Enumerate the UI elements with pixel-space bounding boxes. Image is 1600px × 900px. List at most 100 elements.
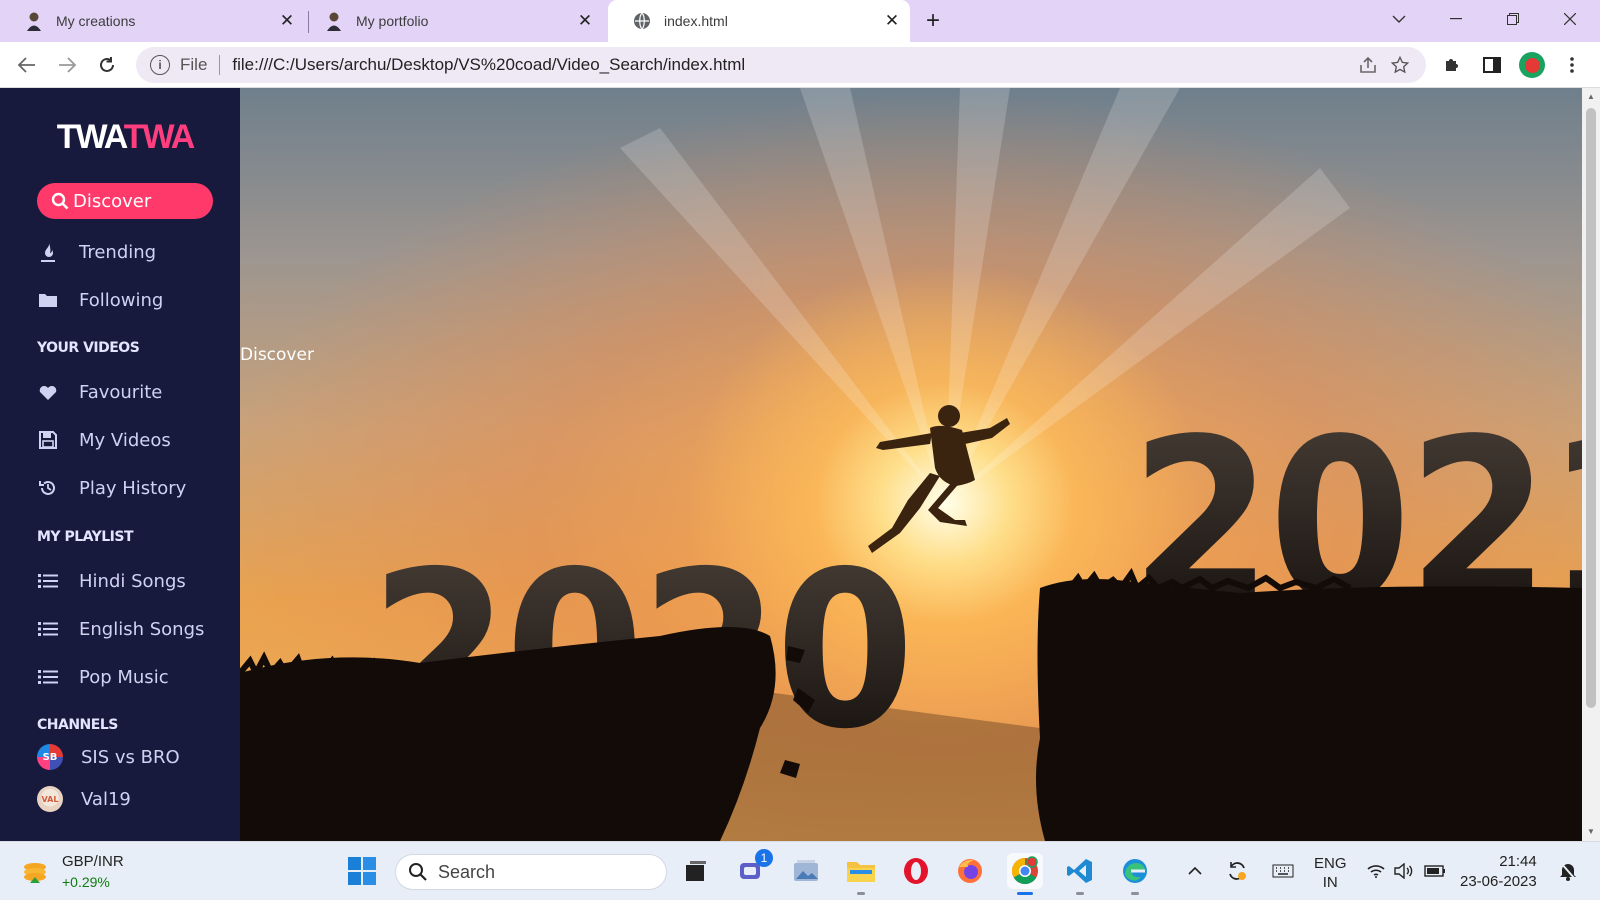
sidebar-item-trending[interactable]: Trending (37, 237, 156, 267)
weather-ticker-widget[interactable]: GBP/INR +0.29% (20, 852, 124, 892)
close-window-button[interactable] (1542, 0, 1598, 38)
opera-browser-icon[interactable] (898, 853, 934, 889)
notification-bell-icon[interactable] (1555, 853, 1581, 889)
sidebar-item-label: My Videos (79, 429, 171, 451)
url-divider (219, 55, 221, 75)
channel-item-sis-vs-bro[interactable]: SB SIS vs BRO (37, 742, 180, 772)
teams-chat-icon[interactable]: 1 (733, 849, 773, 889)
globe-icon (632, 11, 652, 31)
list-icon (37, 570, 59, 592)
taskbar-clock[interactable]: 21:44 23-06-2023 (1460, 852, 1537, 892)
tab-title: My creations (56, 13, 136, 29)
firefox-browser-icon[interactable] (952, 853, 988, 889)
left-cliff (240, 627, 776, 841)
running-indicator (1076, 892, 1084, 895)
new-tab-button[interactable]: + (920, 7, 946, 34)
channel-label: Val19 (81, 788, 131, 810)
folder-icon (37, 289, 59, 311)
close-tab-icon[interactable]: ✕ (882, 11, 902, 31)
windows-taskbar: GBP/INR +0.29% Search 1 ENG IN 21:44 23-… (0, 841, 1600, 900)
hero-illustration: 2020 2021 (240, 88, 1582, 841)
currency-coins-icon (24, 863, 46, 883)
language-line2: IN (1322, 874, 1338, 891)
sidebar-item-label: Hindi Songs (79, 570, 186, 592)
address-bar[interactable]: i File file:///C:/Users/archu/Desktop/VS… (136, 47, 1426, 83)
extensions-puzzle-icon[interactable] (1438, 51, 1466, 79)
discover-button-label: Discover (73, 190, 152, 212)
share-icon[interactable] (1352, 49, 1384, 81)
more-menu-icon[interactable] (1558, 51, 1586, 79)
volume-icon[interactable] (1392, 853, 1416, 889)
search-icon (51, 192, 69, 210)
chrome-browser-icon[interactable] (1007, 853, 1043, 895)
chat-badge: 1 (755, 849, 773, 867)
tab-my-creations[interactable]: My creations ✕ (0, 0, 305, 42)
url-text[interactable]: file:///C:/Users/archu/Desktop/VS%20coad… (232, 55, 1352, 75)
avatar-favicon-icon (24, 11, 44, 31)
restore-button[interactable] (1485, 0, 1541, 38)
language-indicator[interactable]: ENG IN (1314, 854, 1347, 892)
vscode-icon[interactable] (1062, 853, 1098, 895)
sidebar-item-label: Favourite (79, 381, 163, 403)
avatar-favicon-icon (324, 11, 344, 31)
windows-start-icon[interactable] (344, 853, 380, 889)
running-indicator (857, 892, 865, 895)
profile-avatar[interactable] (1519, 52, 1545, 78)
page-viewport: TWATWA Discover Trending Following YOUR … (0, 88, 1600, 841)
channel-item-val19[interactable]: VAL Val19 (37, 784, 131, 814)
tab-my-portfolio[interactable]: My portfolio ✕ (300, 0, 603, 42)
channel-avatar: VAL (37, 786, 63, 812)
wifi-icon[interactable] (1364, 853, 1388, 889)
show-hidden-icons-chevron-icon[interactable] (1184, 853, 1206, 889)
touch-keyboard-icon[interactable] (1270, 853, 1296, 889)
tab-index-html[interactable]: index.html ✕ (608, 0, 910, 42)
bookmark-star-icon[interactable] (1384, 49, 1416, 81)
sidebar-item-hindi-songs[interactable]: Hindi Songs (37, 566, 186, 596)
task-view-icon[interactable] (678, 853, 714, 889)
tab-title: index.html (664, 13, 728, 29)
close-tab-icon[interactable]: ✕ (277, 11, 297, 31)
channel-label: SIS vs BRO (81, 746, 180, 768)
scroll-up-arrow-icon[interactable]: ▲ (1586, 92, 1596, 102)
sidebar-item-following[interactable]: Following (37, 285, 163, 315)
edge-browser-icon[interactable] (1117, 853, 1153, 895)
channel-avatar: SB (37, 744, 63, 770)
logo-part-pink: TWA (123, 118, 196, 156)
tab-search-chevron-icon[interactable] (1371, 0, 1427, 38)
sidebar-item-my-videos[interactable]: My Videos (37, 425, 171, 455)
back-arrow-icon[interactable] (13, 51, 41, 79)
app-logo[interactable]: TWATWA (0, 118, 250, 157)
list-icon (37, 618, 59, 640)
scroll-down-arrow-icon[interactable]: ▼ (1586, 827, 1596, 837)
sidebar-item-english-songs[interactable]: English Songs (37, 614, 204, 644)
section-heading-channels: CHANNELS (37, 717, 118, 733)
close-tab-icon[interactable]: ✕ (575, 11, 595, 31)
search-icon (409, 863, 427, 881)
sidebar-item-label: English Songs (79, 618, 205, 640)
reload-icon[interactable] (93, 51, 121, 79)
file-explorer-icon[interactable] (843, 853, 879, 895)
section-heading-my-playlist: MY PLAYLIST (37, 529, 134, 545)
sidebar-item-play-history[interactable]: Play History (37, 473, 186, 503)
photos-app-icon[interactable] (788, 853, 824, 889)
side-panel-icon[interactable] (1478, 51, 1506, 79)
battery-icon[interactable] (1422, 853, 1448, 889)
taskbar-search-box[interactable]: Search (395, 854, 667, 890)
ticker-symbol: GBP/INR (62, 853, 124, 870)
section-heading-your-videos: YOUR VIDEOS (37, 340, 140, 356)
hero-banner-image: 2020 2021 (240, 88, 1582, 841)
sidebar-item-pop-music[interactable]: Pop Music (37, 662, 169, 692)
hero-discover-label: Discover (240, 345, 314, 365)
right-cliff (1036, 579, 1582, 841)
url-scheme-label: File (180, 55, 208, 74)
sidebar-item-favourite[interactable]: Favourite (37, 377, 162, 407)
scrollbar-thumb[interactable] (1586, 108, 1596, 708)
sync-icon[interactable] (1225, 853, 1249, 889)
page-scrollbar[interactable]: ▲ ▼ (1582, 88, 1600, 841)
site-info-icon[interactable]: i (150, 55, 170, 75)
sidebar-item-label: Pop Music (79, 666, 169, 688)
minimize-button[interactable] (1428, 0, 1484, 38)
clock-date: 23-06-2023 (1460, 873, 1537, 890)
forward-arrow-icon[interactable] (53, 51, 81, 79)
discover-button[interactable]: Discover (37, 183, 213, 219)
